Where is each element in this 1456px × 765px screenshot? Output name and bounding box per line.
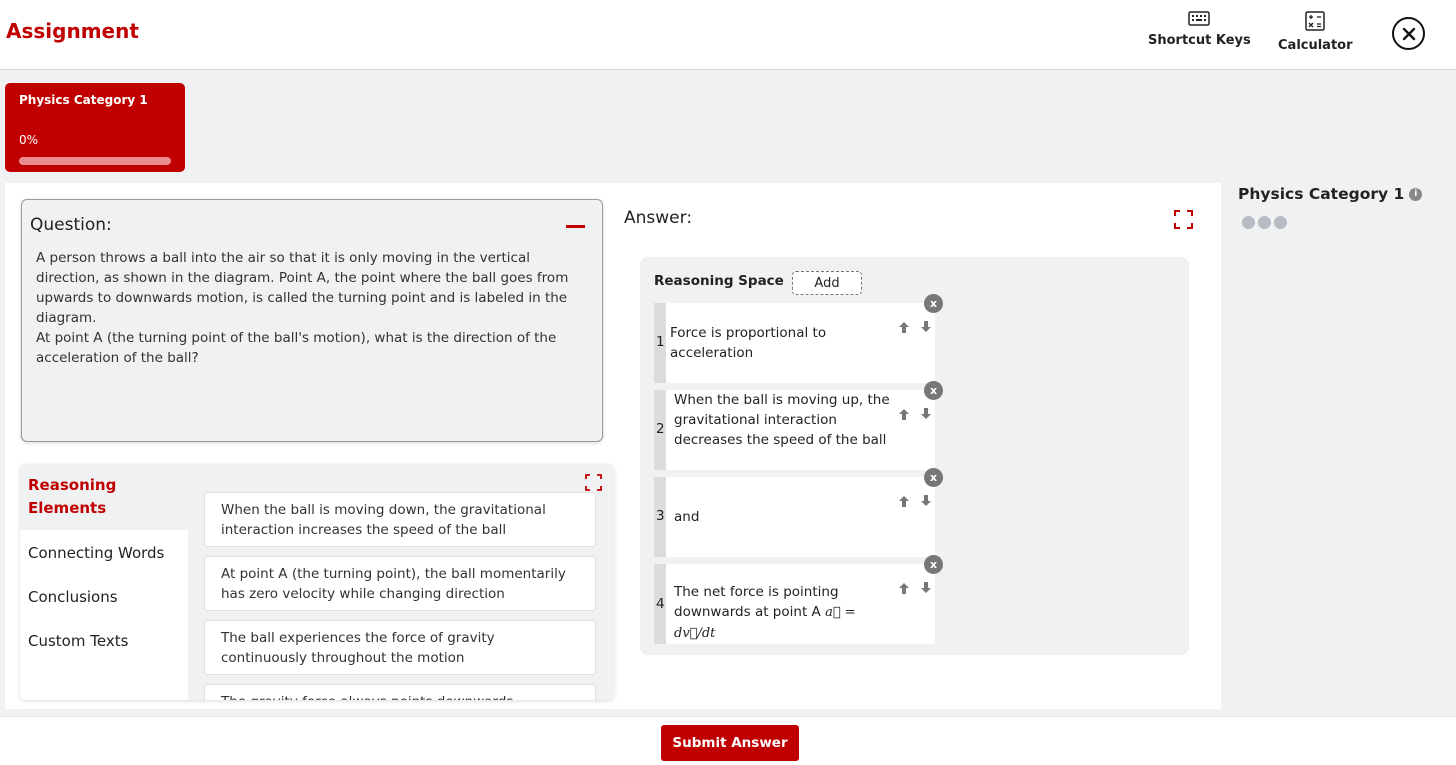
category-progress-label: 0% — [19, 133, 39, 147]
reasoning-space-title: Reasoning Space — [654, 273, 784, 289]
reasoning-element-card[interactable]: The ball experiences the force of gravit… — [204, 620, 596, 675]
calculator-button[interactable]: Calculator — [1278, 11, 1353, 53]
loading-dot — [1258, 216, 1271, 229]
move-down-icon[interactable] — [920, 320, 932, 333]
shortcut-keys-button[interactable]: Shortcut Keys — [1148, 11, 1251, 48]
expand-answer-button[interactable] — [1174, 210, 1193, 233]
step-text: Force is proportional to acceleration — [670, 325, 827, 361]
reasoning-element-card[interactable]: When the ball is moving down, the gravit… — [204, 492, 596, 547]
question-line: A person throws a ball into the air so t… — [36, 250, 569, 326]
page-title: Assignment — [6, 19, 139, 43]
move-up-icon[interactable] — [898, 582, 910, 595]
step-number: 1 — [656, 334, 665, 350]
reasoning-step[interactable]: 3 and x — [654, 468, 943, 557]
remove-step-button[interactable]: x — [924, 294, 943, 313]
header-bar: Assignment Shortcut Keys Calculator — [0, 0, 1456, 70]
move-up-icon[interactable] — [898, 408, 910, 421]
question-text: A person throws a ball into the air so t… — [36, 248, 596, 368]
submit-answer-button[interactable]: Submit Answer — [661, 725, 799, 761]
move-up-icon[interactable] — [898, 321, 910, 334]
tab-conclusions[interactable]: Conclusions — [28, 588, 118, 606]
reasoning-element-card[interactable]: At point A (the turning point), the ball… — [204, 556, 596, 611]
remove-step-button[interactable]: x — [924, 468, 943, 487]
loading-indicator — [1242, 216, 1287, 229]
reasoning-elements-tabs: Connecting Words Conclusions Custom Text… — [20, 530, 188, 700]
answer-title: Answer: — [624, 208, 693, 228]
step-text-content: The net force is pointing downwards at p… — [674, 584, 839, 620]
question-line: At point A (the turning point of the bal… — [36, 330, 557, 366]
collapse-question-button[interactable] — [566, 225, 585, 228]
question-panel: Question: A person throws a ball into th… — [21, 199, 603, 442]
move-down-icon[interactable] — [920, 407, 932, 420]
reasoning-step[interactable]: 4 The net force is pointing downwards at… — [654, 555, 943, 644]
remove-step-button[interactable]: x — [924, 381, 943, 400]
step-number: 2 — [656, 421, 665, 437]
expand-icon — [585, 474, 602, 491]
info-icon[interactable]: i — [1409, 187, 1423, 201]
close-icon — [1402, 27, 1415, 40]
move-down-icon[interactable] — [920, 494, 932, 507]
add-step-button[interactable]: Add — [792, 271, 862, 295]
category-card-title: Physics Category 1 — [19, 93, 148, 107]
reasoning-step[interactable]: 1 Force is proportional to acceleration … — [654, 294, 943, 383]
calculator-label: Calculator — [1278, 38, 1353, 53]
step-number: 3 — [656, 508, 665, 524]
close-button[interactable] — [1392, 17, 1425, 50]
reasoning-elements-panel: Reasoning Elements Connecting Words Conc… — [20, 464, 614, 700]
move-down-icon[interactable] — [920, 581, 932, 594]
calculator-icon — [1305, 11, 1325, 31]
tab-connecting-words[interactable]: Connecting Words — [28, 544, 164, 562]
step-text: and — [674, 509, 700, 525]
loading-dot — [1242, 216, 1255, 229]
reasoning-elements-title: Reasoning Elements — [28, 476, 117, 517]
move-up-icon[interactable] — [898, 495, 910, 508]
step-text: The net force is pointing downwards at p… — [674, 582, 894, 644]
shortcut-keys-label: Shortcut Keys — [1148, 33, 1251, 48]
expand-icon — [1174, 210, 1193, 229]
category-progress-bar — [19, 157, 171, 165]
remove-step-button[interactable]: x — [924, 555, 943, 574]
sidebar-category-title: Physics Category 1 i — [1238, 185, 1423, 203]
reasoning-element-card[interactable]: The gravity force always points downward… — [204, 684, 596, 700]
sidebar-category-label: Physics Category 1 — [1238, 185, 1405, 203]
loading-dot — [1274, 216, 1287, 229]
keyboard-icon — [1188, 11, 1211, 26]
reasoning-step[interactable]: 2 When the ball is moving up, the gravit… — [654, 381, 943, 470]
question-title: Question: — [30, 215, 112, 235]
step-text: When the ball is moving up, the gravitat… — [674, 392, 890, 448]
tab-custom-texts[interactable]: Custom Texts — [28, 632, 128, 650]
step-number: 4 — [656, 596, 665, 612]
category-progress-card[interactable]: Physics Category 1 0% — [5, 83, 185, 172]
